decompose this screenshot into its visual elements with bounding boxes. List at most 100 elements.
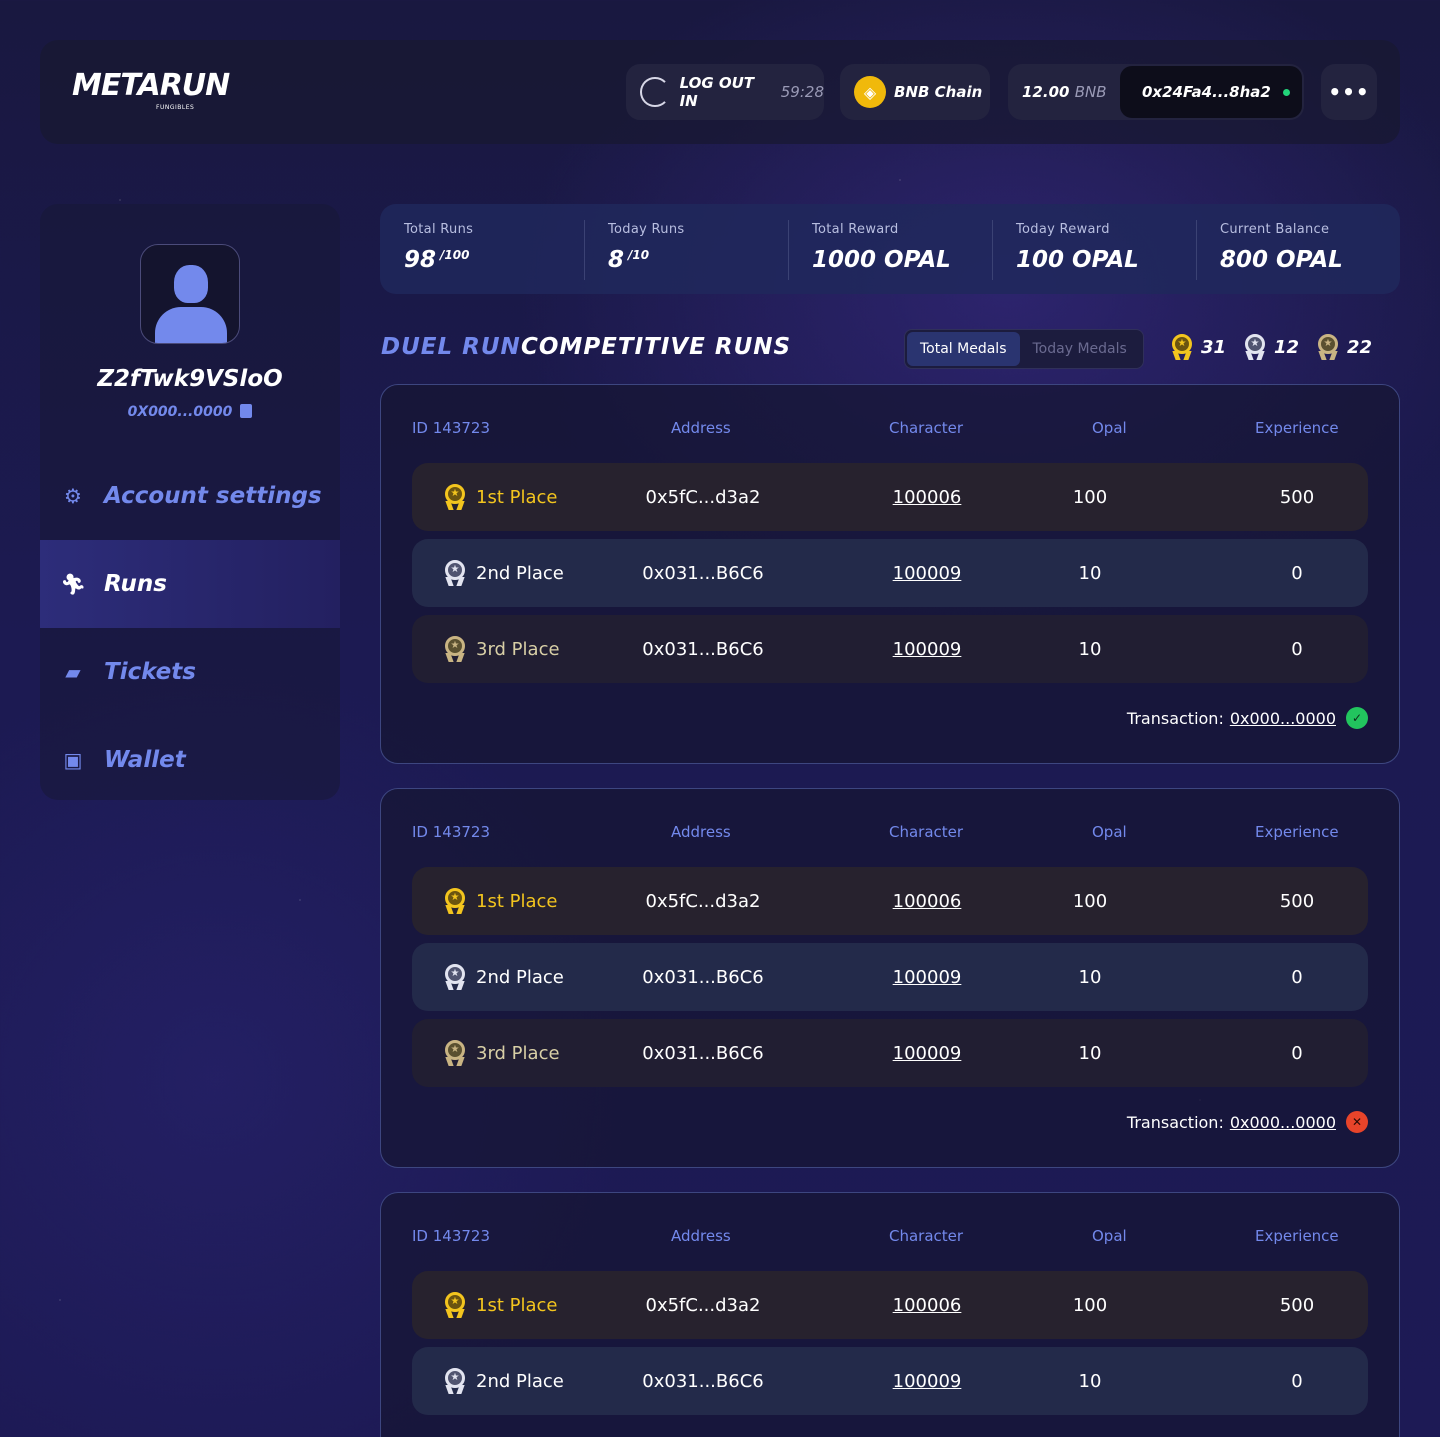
tab-duel-run[interactable]: DUEL RUN	[381, 334, 521, 360]
gold-medal-icon: ★	[444, 1292, 466, 1318]
transaction-link[interactable]: 0x000...0000	[1230, 709, 1336, 728]
gear-icon: ⚙	[64, 484, 82, 508]
wallet-address-button[interactable]: 0x24Fa4...8ha2	[1120, 66, 1302, 118]
runner-address: 0x5fC...d3a2	[645, 486, 761, 508]
table-row[interactable]: ★ 3rd Place 0x031...B6C6 100009 10 0	[412, 615, 1368, 683]
stat-value: 98/100	[404, 247, 584, 273]
tab-total-medals[interactable]: Total Medals	[907, 332, 1020, 366]
bronze-medal-icon: ★	[444, 1040, 466, 1066]
opal-value: 10	[1078, 638, 1102, 660]
run-table-header: ID 143723 Address Character Opal Experience	[381, 419, 1401, 439]
logout-timer[interactable]: LOG OUT IN 59:28	[626, 64, 824, 120]
table-row[interactable]: ★ 2nd Place 0x031...B6C6 100009 10 0	[412, 943, 1368, 1011]
opal-value: 10	[1078, 1370, 1102, 1392]
sidebar: Z2fTwk9VSloO 0X000...0000 ⚙ Account sett…	[40, 204, 340, 800]
column-character: Character	[889, 823, 964, 841]
bronze-medal-count: ★ 22	[1317, 334, 1372, 360]
column-address: Address	[671, 823, 731, 841]
silver-medal-count: ★ 12	[1244, 334, 1299, 360]
character-link[interactable]: 100009	[842, 615, 1012, 683]
stat-label: Today Runs	[608, 222, 685, 237]
stat-number: 98	[404, 247, 437, 273]
experience-value: 0	[1291, 966, 1303, 988]
silver-medal-icon: ★	[1244, 334, 1266, 360]
experience-value: 500	[1279, 890, 1315, 912]
table-row[interactable]: ★ 1st Place 0x5fC...d3a2 100006 100 500	[412, 867, 1368, 935]
place-label: 1st Place	[476, 1294, 558, 1316]
gold-count: 31	[1201, 336, 1227, 358]
column-opal: Opal	[1092, 823, 1127, 841]
sidebar-item-account-settings[interactable]: ⚙ Account settings	[40, 452, 340, 540]
run-table-header: ID 143723 Address Character Opal Experience	[381, 1227, 1401, 1247]
more-menu-button[interactable]: •••	[1321, 64, 1377, 120]
runner-address: 0x031...B6C6	[642, 1042, 764, 1064]
tab-competitive-runs[interactable]: COMPETITIVE RUNS	[521, 334, 791, 360]
ticket-icon: ▰	[65, 660, 81, 684]
bronze-count: 22	[1347, 336, 1373, 358]
logo-text: METARUN	[72, 68, 230, 103]
runner-address: 0x031...B6C6	[642, 966, 764, 988]
bnb-icon: ◈	[854, 76, 886, 108]
tab-today-medals[interactable]: Today Medals	[1020, 332, 1140, 366]
opal-value: 100	[1072, 890, 1108, 912]
wallet-address: 0x24Fa4...8ha2	[1142, 83, 1271, 101]
chain-label: BNB Chain	[894, 83, 983, 101]
character-link[interactable]: 100006	[842, 1271, 1012, 1339]
stat-total-reward: Total Reward 1000 OPAL	[788, 204, 992, 294]
sidebar-item-wallet[interactable]: ▣ Wallet	[40, 716, 340, 804]
stat-value: 1000 OPAL	[812, 247, 951, 273]
avatar-body-icon	[155, 307, 227, 343]
wallet-balance: 12.00 BNB	[1008, 83, 1118, 101]
runner-address: 0x5fC...d3a2	[645, 1294, 761, 1316]
logout-label: LOG OUT IN	[679, 74, 755, 110]
opal-value: 100	[1072, 486, 1108, 508]
character-link[interactable]: 100009	[842, 539, 1012, 607]
opal-value: 100	[1072, 1294, 1108, 1316]
run-id: ID 143723	[412, 823, 491, 841]
silver-count: 12	[1274, 336, 1300, 358]
experience-value: 500	[1279, 486, 1315, 508]
experience-value: 500	[1279, 1294, 1315, 1316]
place-cell: ★ 2nd Place	[444, 943, 564, 1011]
sidebar-item-runs[interactable]: 🏃︎ Runs	[40, 540, 340, 628]
character-link[interactable]: 100009	[842, 1019, 1012, 1087]
success-check-icon: ✓	[1346, 707, 1368, 729]
opal-value: 10	[1078, 1042, 1102, 1064]
place-cell: ★ 2nd Place	[444, 539, 564, 607]
stat-max: /10	[628, 248, 650, 262]
character-link[interactable]: 100009	[842, 943, 1012, 1011]
silver-medal-icon: ★	[444, 560, 466, 586]
bronze-medal-icon: ★	[444, 636, 466, 662]
column-experience: Experience	[1255, 823, 1339, 841]
stat-max: /100	[440, 248, 470, 262]
table-row[interactable]: ★ 1st Place 0x5fC...d3a2 100006 100 500	[412, 463, 1368, 531]
character-link[interactable]: 100006	[842, 463, 1012, 531]
medal-tabs: Total Medals Today Medals	[904, 329, 1144, 369]
place-label: 3rd Place	[476, 1042, 560, 1064]
character-link[interactable]: 100009	[842, 1347, 1012, 1415]
chain-selector[interactable]: ◈ BNB Chain	[840, 64, 990, 120]
table-row[interactable]: ★ 2nd Place 0x031...B6C6 100009 10 0	[412, 539, 1368, 607]
avatar[interactable]	[140, 244, 240, 344]
sidebar-item-tickets[interactable]: ▰ Tickets	[40, 628, 340, 716]
column-opal: Opal	[1092, 1227, 1127, 1245]
transaction-link[interactable]: 0x000...0000	[1230, 1113, 1336, 1132]
metarun-logo[interactable]: METARUN FUNGIBLES	[64, 68, 230, 116]
copy-icon[interactable]	[240, 404, 253, 418]
gold-medal-icon: ★	[444, 484, 466, 510]
table-row[interactable]: ★ 3rd Place 0x031...B6C6 100009 10 0	[412, 1019, 1368, 1087]
character-link[interactable]: 100006	[842, 867, 1012, 935]
balance-unit: BNB	[1074, 83, 1107, 101]
table-row[interactable]: ★ 1st Place 0x5fC...d3a2 100006 100 500	[412, 1271, 1368, 1339]
gold-medal-icon: ★	[444, 888, 466, 914]
transaction-info: Transaction: 0x000...0000 ✕	[1127, 1111, 1368, 1133]
stat-label: Total Reward	[812, 222, 899, 237]
sidebar-item-label: Wallet	[104, 747, 186, 773]
place-cell: ★ 1st Place	[444, 463, 557, 531]
stat-total-runs: Total Runs 98/100	[380, 204, 584, 294]
wallet-pill[interactable]: 12.00 BNB 0x24Fa4...8ha2	[1008, 64, 1304, 120]
connected-dot-icon	[1282, 88, 1290, 96]
table-row[interactable]: ★ 2nd Place 0x031...B6C6 100009 10 0	[412, 1347, 1368, 1415]
place-label: 3rd Place	[476, 638, 560, 660]
silver-medal-icon: ★	[444, 964, 466, 990]
